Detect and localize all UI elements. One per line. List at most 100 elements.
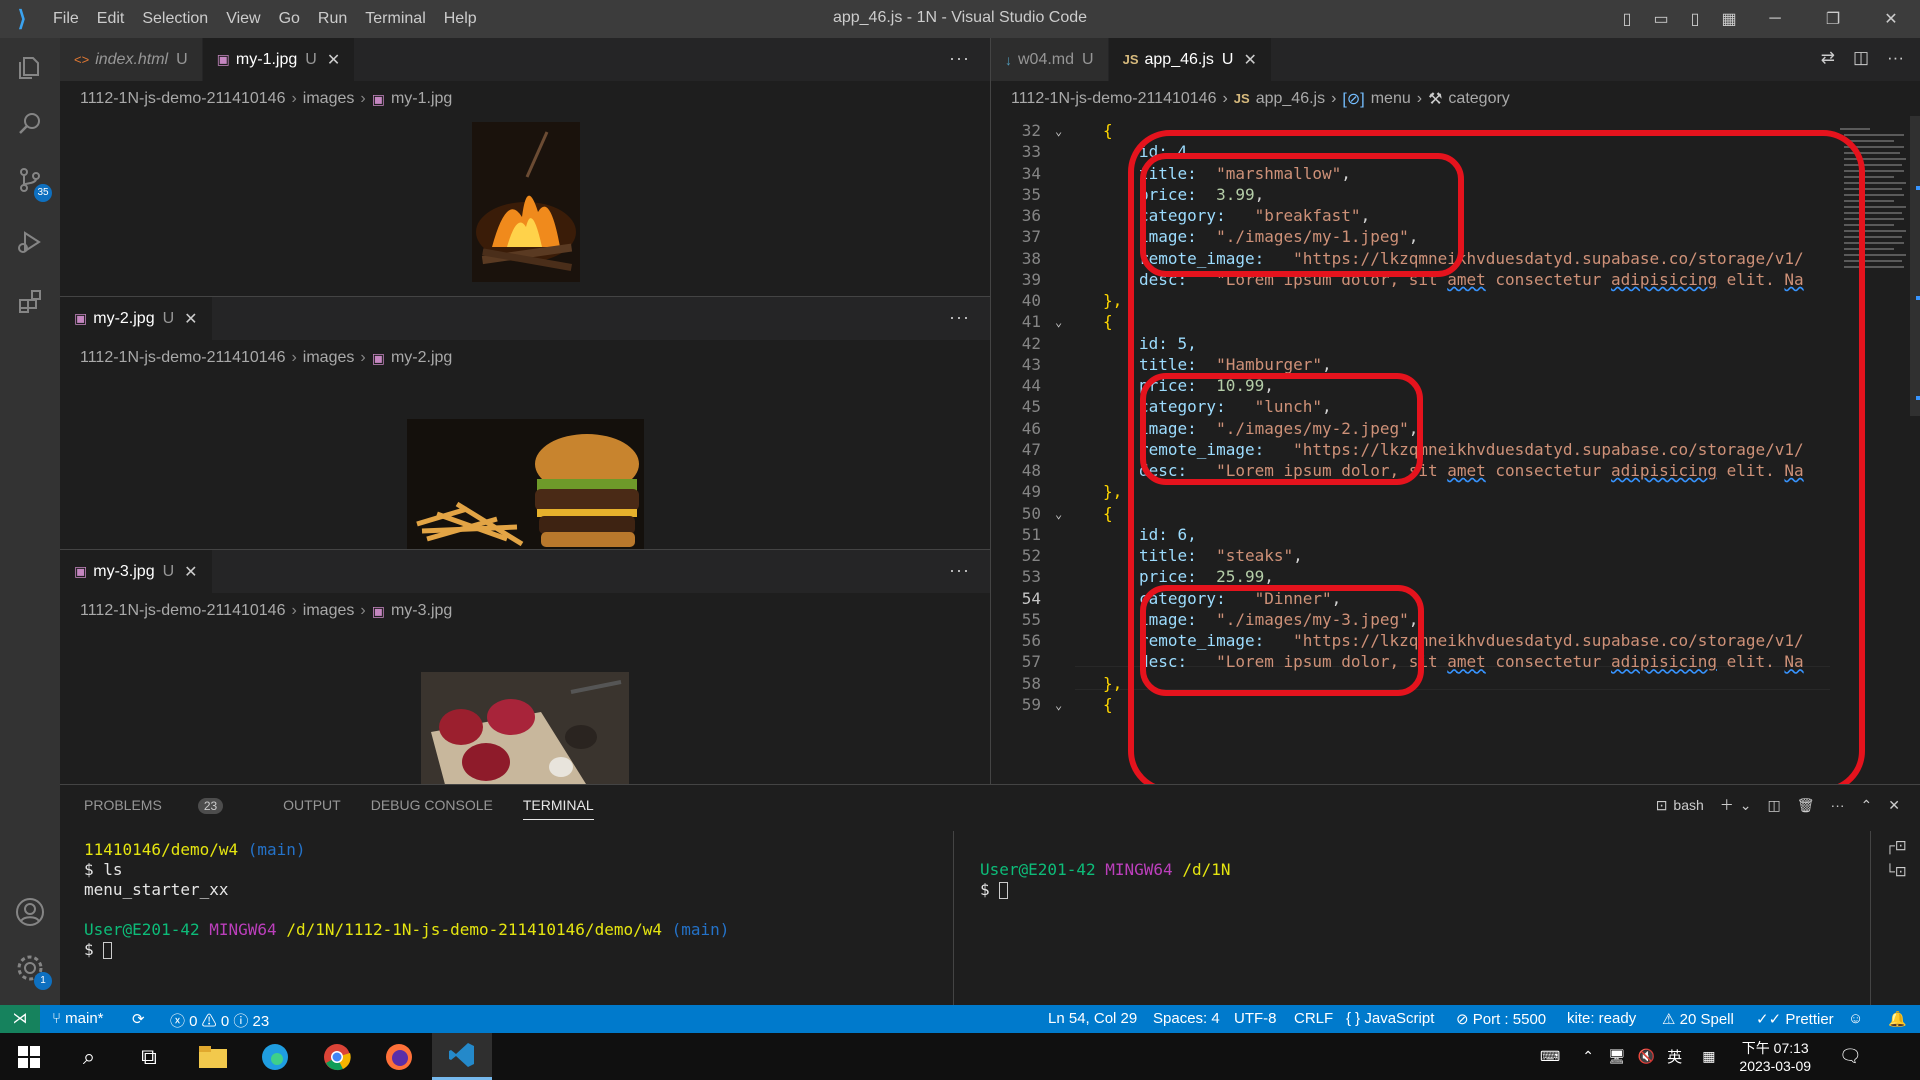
breadcrumb-symbol-menu[interactable]: menu	[1371, 90, 1411, 108]
tab-output[interactable]: OUTPUT	[283, 797, 341, 820]
terminal-instance-icon[interactable]: ┌⊡	[1885, 837, 1907, 854]
language-mode[interactable]: { } JavaScript	[1346, 1010, 1434, 1027]
more-actions-icon[interactable]: ···	[949, 48, 970, 69]
manage-gear-icon[interactable]: 1	[12, 950, 52, 990]
close-tab-icon[interactable]: ✕	[184, 562, 197, 582]
menu-selection[interactable]: Selection	[133, 10, 217, 28]
accounts-icon[interactable]	[12, 894, 48, 930]
breadcrumb-symbol-category[interactable]: category	[1448, 90, 1509, 108]
clock[interactable]: 下午 07:13 2023-03-09	[1739, 1039, 1811, 1075]
breadcrumb-root[interactable]: 1112-1N-js-demo-211410146	[80, 349, 285, 367]
firefox-browser-icon[interactable]	[374, 1039, 424, 1075]
kite-status[interactable]: kite: ready	[1567, 1010, 1636, 1027]
explorer-icon[interactable]	[12, 50, 48, 86]
open-changes-icon[interactable]: ⇄	[1821, 48, 1835, 68]
more-actions-icon[interactable]: ···	[949, 560, 970, 581]
breadcrumb-file[interactable]: my-2.jpg	[391, 349, 452, 367]
close-window-button[interactable]: ✕	[1862, 9, 1920, 29]
tab-w04-md[interactable]: ↓ w04.md U	[991, 38, 1109, 81]
close-tab-icon[interactable]: ✕	[327, 50, 340, 70]
feedback-icon[interactable]: ☺	[1848, 1010, 1863, 1027]
encoding-status[interactable]: UTF-8	[1234, 1010, 1277, 1027]
chevron-down-icon[interactable]: ⌄	[1740, 797, 1752, 814]
remote-icon[interactable]: ⋊	[0, 1005, 40, 1033]
fold-chevron-icon[interactable]: ⌄	[1055, 698, 1062, 712]
menu-help[interactable]: Help	[435, 10, 486, 28]
windows-start-icon[interactable]	[4, 1039, 54, 1075]
more-actions-icon[interactable]: ···	[1831, 797, 1845, 813]
tab-my-2-jpg[interactable]: ▣ my-2.jpg U ✕	[60, 297, 213, 340]
new-terminal-icon[interactable]: ＋	[1720, 795, 1734, 815]
indentation-status[interactable]: Spaces: 4	[1153, 1010, 1220, 1027]
run-debug-icon[interactable]	[12, 224, 48, 260]
breadcrumb-file[interactable]: my-3.jpg	[391, 602, 452, 620]
menu-edit[interactable]: Edit	[88, 10, 134, 28]
menu-run[interactable]: Run	[309, 10, 356, 28]
ime-indicator[interactable]: 英	[1667, 1046, 1682, 1067]
toggle-sidebar-icon[interactable]: ▯	[1610, 9, 1644, 29]
close-tab-icon[interactable]: ✕	[184, 309, 197, 329]
split-terminal-icon[interactable]: ◫	[1768, 797, 1781, 814]
source-control-icon[interactable]: 35	[12, 162, 52, 202]
sync-icon[interactable]: ⟳	[132, 1010, 145, 1028]
spell-status[interactable]: ⚠ 20 Spell	[1662, 1010, 1734, 1028]
trash-icon[interactable]: 🗑	[1797, 797, 1815, 814]
branch-status[interactable]: ⑂ main*	[52, 1010, 104, 1027]
restore-button[interactable]: ❐	[1804, 9, 1862, 29]
volume-icon[interactable]: 🔇	[1638, 1048, 1655, 1065]
customize-layout-icon[interactable]: ▦	[1712, 9, 1746, 29]
breadcrumb-folder[interactable]: images	[303, 602, 355, 620]
network-icon[interactable]: 🖥	[1608, 1048, 1626, 1065]
notifications-icon[interactable]: 🔔	[1888, 1010, 1907, 1028]
task-view-icon[interactable]: ⧉	[124, 1039, 174, 1075]
tab-terminal[interactable]: TERMINAL	[522, 797, 594, 820]
tab-my-3-jpg[interactable]: ▣ my-3.jpg U ✕	[60, 550, 213, 593]
tab-debug-console[interactable]: DEBUG CONSOLE	[371, 797, 493, 820]
file-explorer-icon[interactable]	[188, 1039, 238, 1075]
tab-my-1-jpg[interactable]: ▣ my-1.jpg U ✕	[202, 38, 356, 81]
live-server-port[interactable]: ⊘ Port : 5500	[1456, 1010, 1546, 1028]
eol-status[interactable]: CRLF	[1294, 1010, 1333, 1027]
minimize-button[interactable]: ─	[1746, 10, 1804, 28]
terminal-left[interactable]: 11410146/demo/w4 (main) $ ls menu_starte…	[84, 840, 729, 960]
vscode-taskbar-icon[interactable]	[432, 1033, 492, 1080]
edge-browser-icon[interactable]	[250, 1039, 300, 1075]
fold-chevron-icon[interactable]: ⌄	[1055, 124, 1062, 138]
close-panel-icon[interactable]: ✕	[1888, 797, 1900, 814]
search-icon[interactable]	[12, 106, 48, 142]
split-editor-icon[interactable]: ◫	[1853, 48, 1869, 68]
breadcrumb-file[interactable]: my-1.jpg	[391, 90, 452, 108]
chevron-up-icon[interactable]: ⌃	[1582, 1048, 1594, 1065]
breadcrumb-folder[interactable]: images	[303, 90, 355, 108]
breadcrumb-root[interactable]: 1112-1N-js-demo-211410146	[80, 602, 285, 620]
shell-name[interactable]: bash	[1673, 797, 1703, 813]
terminal-instance-icon[interactable]: └⊡	[1885, 863, 1907, 880]
ime-mode-icon[interactable]: ▦	[1702, 1048, 1715, 1065]
breadcrumb-root[interactable]: 1112-1N-js-demo-211410146	[80, 90, 285, 108]
terminal-right[interactable]: User@E201-42 MINGW64 /d/1N $	[980, 860, 1230, 900]
tab-app-46-js[interactable]: JS app_46.js U ✕	[1108, 38, 1272, 81]
menu-go[interactable]: Go	[270, 10, 309, 28]
search-icon[interactable]: ⌕	[64, 1039, 114, 1075]
problems-status[interactable]: ⓧ 0 ⚠ 0 ⓘ 23	[170, 1010, 269, 1031]
close-tab-icon[interactable]: ✕	[1243, 50, 1256, 70]
more-actions-icon[interactable]: ···	[1887, 48, 1904, 68]
notification-center-icon[interactable]: 🗨	[1839, 1046, 1862, 1067]
toggle-panel-icon[interactable]: ▭	[1644, 9, 1678, 29]
maximize-panel-icon[interactable]: ⌃	[1861, 797, 1873, 814]
tab-problems[interactable]: PROBLEMS 23	[84, 797, 253, 820]
extensions-icon[interactable]	[12, 284, 48, 320]
breadcrumb-file[interactable]: app_46.js	[1256, 90, 1325, 108]
tab-index-html[interactable]: <> index.html U	[60, 38, 203, 81]
menu-terminal[interactable]: Terminal	[356, 10, 434, 28]
prettier-status[interactable]: ✓✓ Prettier	[1756, 1010, 1834, 1028]
breadcrumb-folder[interactable]: images	[303, 349, 355, 367]
fold-chevron-icon[interactable]: ⌄	[1055, 507, 1062, 521]
toggle-secondary-sidebar-icon[interactable]: ▯	[1678, 9, 1712, 29]
chrome-browser-icon[interactable]	[312, 1039, 362, 1075]
menu-view[interactable]: View	[217, 10, 269, 28]
fold-chevron-icon[interactable]: ⌄	[1055, 315, 1062, 329]
breadcrumb-root[interactable]: 1112-1N-js-demo-211410146	[1011, 90, 1216, 108]
menu-file[interactable]: File	[44, 10, 88, 28]
more-actions-icon[interactable]: ···	[949, 307, 970, 328]
